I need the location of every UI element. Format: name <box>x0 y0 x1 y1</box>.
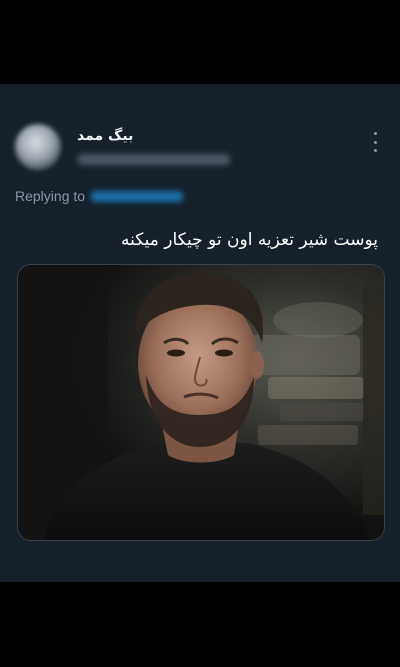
tweet-card[interactable]: بیگ ممد Replying to پوست شیر تعزیه اون ت… <box>0 84 400 582</box>
tweet-image-photo <box>18 265 384 540</box>
avatar[interactable] <box>15 124 61 170</box>
more-dot <box>373 149 377 152</box>
replying-to-row: Replying to <box>15 188 184 204</box>
author-display-name[interactable]: بیگ ممد <box>77 128 133 144</box>
author-handle-blurred <box>78 154 230 165</box>
replying-to-label: Replying to <box>15 188 86 204</box>
reply-target-handle-blurred[interactable] <box>91 190 184 202</box>
tweet-image[interactable] <box>17 264 385 541</box>
more-options-icon[interactable] <box>370 132 380 152</box>
more-dot <box>373 132 377 135</box>
more-dot <box>373 140 377 144</box>
tweet-text: پوست شیر تعزیه اون تو چیکار میکنه <box>120 230 378 250</box>
